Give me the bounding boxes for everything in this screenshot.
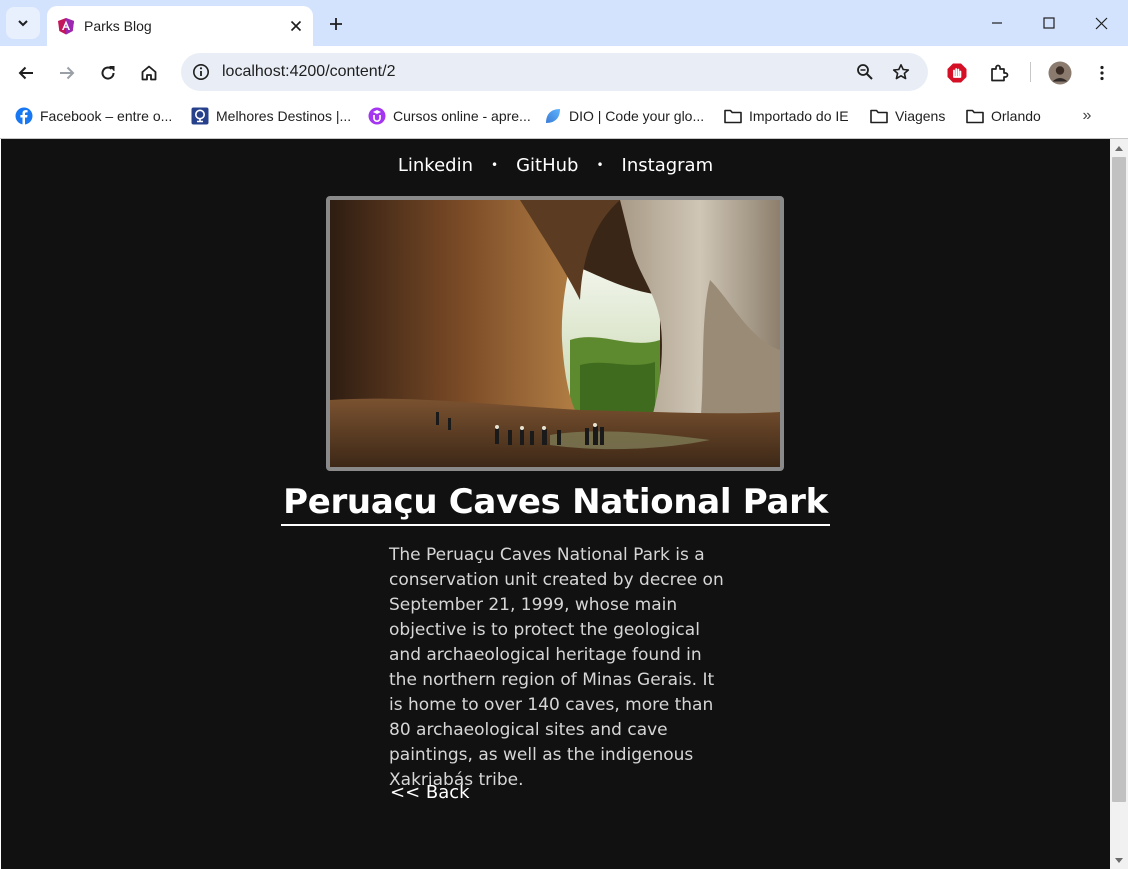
new-tab-button[interactable] bbox=[322, 11, 350, 37]
plus-icon bbox=[330, 18, 342, 30]
scroll-up-button[interactable] bbox=[1110, 139, 1128, 156]
extensions-button[interactable] bbox=[982, 56, 1016, 90]
arrow-left-icon bbox=[18, 66, 33, 80]
url-text: localhost:4200/content/2 bbox=[222, 63, 396, 80]
triangle-down-icon bbox=[1115, 857, 1123, 863]
home-icon bbox=[141, 65, 157, 81]
bookmark-label: Melhores Destinos |... bbox=[216, 108, 352, 124]
back-button[interactable] bbox=[9, 56, 43, 90]
adblock-extension-button[interactable] bbox=[940, 56, 974, 90]
bookmark-udemy[interactable]: Cursos online - apre... bbox=[368, 103, 531, 129]
close-icon bbox=[290, 20, 302, 32]
bookmark-star-button[interactable] bbox=[883, 54, 919, 90]
triangle-up-icon bbox=[1115, 145, 1123, 151]
bookmarks-overflow-button[interactable]: » bbox=[1074, 103, 1100, 129]
home-button[interactable] bbox=[132, 56, 166, 90]
angular-icon bbox=[58, 18, 74, 35]
avatar bbox=[1048, 61, 1072, 85]
folder-icon bbox=[966, 107, 984, 125]
folder-icon bbox=[724, 107, 742, 125]
tab-parks-blog[interactable]: Parks Blog bbox=[47, 6, 313, 46]
udemy-icon bbox=[368, 107, 386, 125]
tab-title: Parks Blog bbox=[84, 18, 152, 34]
zoom-icon bbox=[857, 64, 873, 80]
tab-search-button[interactable] bbox=[6, 7, 40, 39]
bookmark-label: Orlando bbox=[991, 108, 1041, 124]
page-viewport: Linkedin • GitHub • Instagram Peruaçu Ca… bbox=[1, 139, 1110, 869]
dio-icon bbox=[544, 107, 562, 125]
bookmark-facebook[interactable]: Facebook – entre o... bbox=[15, 103, 172, 129]
address-bar[interactable]: localhost:4200/content/2 bbox=[181, 53, 928, 91]
profile-button[interactable] bbox=[1043, 56, 1077, 90]
bookmark-label: Viagens bbox=[895, 108, 946, 124]
nav-separator: • bbox=[596, 158, 604, 172]
browser-toolbar: localhost:4200/content/2 bbox=[0, 46, 1128, 99]
bookmark-label: Cursos online - apre... bbox=[393, 108, 531, 124]
close-icon bbox=[1095, 17, 1107, 29]
article-title: Peruaçu Caves National Park bbox=[1, 482, 1110, 526]
nav-link-instagram[interactable]: Instagram bbox=[622, 155, 714, 176]
nav-link-github[interactable]: GitHub bbox=[516, 155, 578, 176]
bookmark-folder-orlando[interactable]: Orlando bbox=[966, 103, 1041, 129]
minimize-icon bbox=[992, 22, 1002, 24]
melhores-destinos-icon bbox=[191, 107, 209, 125]
site-info-button[interactable] bbox=[182, 53, 220, 91]
cave-image bbox=[330, 200, 780, 467]
article-body: The Peruaçu Caves National Park is a con… bbox=[389, 545, 724, 790]
bookmark-label: DIO | Code your glo... bbox=[569, 108, 705, 124]
info-icon bbox=[193, 64, 209, 80]
reload-icon bbox=[101, 66, 115, 80]
arrow-right-icon bbox=[60, 66, 75, 80]
page-scrollbar[interactable] bbox=[1110, 139, 1128, 869]
folder-icon bbox=[870, 107, 888, 125]
nav-separator: • bbox=[491, 158, 499, 172]
minimize-button[interactable] bbox=[972, 6, 1022, 40]
reload-button[interactable] bbox=[91, 56, 125, 90]
chevron-down-icon bbox=[18, 20, 28, 27]
maximize-button[interactable] bbox=[1024, 6, 1074, 40]
facebook-icon bbox=[15, 107, 33, 125]
park-photo bbox=[326, 196, 784, 471]
bookmark-label: Importado do IE bbox=[749, 108, 849, 124]
toolbar-divider bbox=[1030, 62, 1031, 82]
nav-link-linkedin[interactable]: Linkedin bbox=[398, 155, 473, 176]
bookmark-folder-viagens[interactable]: Viagens bbox=[870, 103, 945, 129]
maximize-icon bbox=[1043, 17, 1055, 29]
puzzle-icon bbox=[991, 64, 1009, 82]
scrollbar-thumb[interactable] bbox=[1112, 157, 1126, 802]
bookmark-melhores-destinos[interactable]: Melhores Destinos |... bbox=[191, 103, 351, 129]
bookmarks-bar: Facebook – entre o... Melhores Destinos … bbox=[0, 99, 1128, 133]
menu-button[interactable] bbox=[1085, 56, 1119, 90]
star-icon bbox=[892, 64, 910, 80]
bookmark-folder-importado[interactable]: Importado do IE bbox=[724, 103, 849, 129]
adblock-icon bbox=[947, 63, 967, 83]
forward-button[interactable] bbox=[50, 56, 84, 90]
page-title: Peruaçu Caves National Park bbox=[281, 482, 830, 526]
tab-strip: Parks Blog bbox=[0, 0, 1128, 46]
back-link[interactable]: << Back bbox=[390, 782, 470, 803]
more-vertical-icon bbox=[1100, 65, 1104, 81]
window-close-button[interactable] bbox=[1076, 6, 1126, 40]
zoom-button[interactable] bbox=[847, 54, 883, 90]
social-nav: Linkedin • GitHub • Instagram bbox=[1, 155, 1110, 176]
tab-close-button[interactable] bbox=[285, 15, 307, 37]
scroll-down-button[interactable] bbox=[1110, 852, 1128, 869]
bookmark-label: Facebook – entre o... bbox=[40, 108, 173, 124]
bookmark-dio[interactable]: DIO | Code your glo... bbox=[544, 103, 704, 129]
